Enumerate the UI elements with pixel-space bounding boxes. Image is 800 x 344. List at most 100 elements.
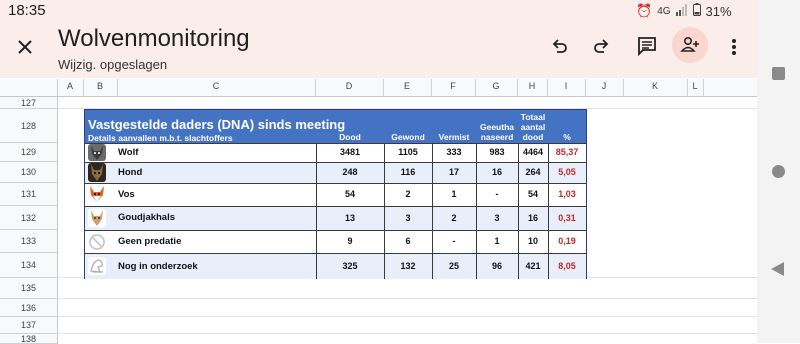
more-options-icon[interactable]: [724, 36, 744, 58]
row-header[interactable]: 128: [0, 109, 58, 143]
column-header[interactable]: C: [117, 81, 315, 91]
table-title: Vastgestelde daders (DNA) sinds meeting: [88, 117, 346, 132]
fox-icon: [88, 185, 106, 203]
cell-geeuthanaseerd: 16: [491, 167, 502, 177]
row-header[interactable]: 133: [0, 230, 58, 253]
comment-icon[interactable]: [636, 35, 658, 57]
cell-totaal: 54: [527, 189, 538, 199]
cell-gewond: 1105: [398, 147, 418, 157]
row-name: Goudjakhals: [118, 212, 176, 223]
column-header[interactable]: L: [687, 81, 703, 91]
cell-geeuthanaseerd: -: [495, 189, 499, 199]
table-row[interactable]: Vos 54 2 1 - 54 1,03: [85, 183, 586, 206]
cell-vermist: 333: [446, 147, 462, 157]
cell-totaal: 4464: [522, 147, 544, 157]
cell-dood: 54: [344, 189, 355, 199]
cell-geeuthanaseerd: 3: [494, 213, 500, 223]
dog-icon: [88, 163, 106, 182]
close-icon[interactable]: [14, 36, 36, 58]
cell-percentage: 85,37: [555, 147, 579, 157]
jackal-icon: [88, 209, 106, 227]
cell-geeuthanaseerd: 96: [491, 261, 502, 271]
cell-dood: 248: [342, 167, 358, 177]
cell-vermist: 1: [451, 189, 457, 199]
table-row[interactable]: Wolf 3481 1105 333 983 4464 85,37: [85, 143, 586, 162]
cell-geeuthanaseerd: 983: [489, 147, 505, 157]
cell-gewond: 132: [400, 261, 416, 271]
under-investigation-icon: [88, 257, 106, 275]
header-gewond: Gewond: [391, 132, 425, 142]
header-geeuthanaseerd: naseerd: [480, 132, 514, 142]
column-header[interactable]: D: [315, 81, 383, 91]
cell-percentage: 0,19: [558, 236, 576, 246]
status-time: 18:35: [8, 2, 46, 19]
header-vermist: Vermist: [438, 132, 470, 142]
recent-apps-button[interactable]: [772, 67, 785, 80]
row-header[interactable]: 131: [0, 183, 58, 206]
cell-gewond: 116: [400, 167, 416, 177]
header-percentage: %: [563, 132, 571, 142]
cell-percentage: 8,05: [558, 261, 576, 271]
column-header[interactable]: B: [83, 81, 117, 91]
row-header[interactable]: 127: [0, 97, 58, 109]
cell-gewond: 3: [405, 213, 411, 223]
cell-dood: 325: [342, 261, 358, 271]
column-header-row: A B C D E F G H I J K L: [0, 79, 757, 97]
row-header[interactable]: 136: [0, 299, 58, 317]
row-header[interactable]: 137: [0, 317, 58, 334]
share-button[interactable]: [672, 27, 708, 63]
row-header[interactable]: 130: [0, 162, 58, 183]
add-person-icon: [680, 35, 700, 55]
cell-vermist: 17: [448, 167, 459, 177]
battery-icon: [692, 3, 701, 19]
predator-table: Vastgestelde daders (DNA) sinds meeting …: [84, 109, 587, 279]
cell-vermist: 2: [451, 213, 457, 223]
no-predation-icon: [88, 233, 106, 251]
undo-icon[interactable]: [548, 36, 570, 58]
cell-dood: 13: [344, 213, 355, 223]
alarm-icon: ⏰: [636, 3, 653, 18]
row-name: Geen predatie: [118, 236, 182, 247]
column-header[interactable]: H: [517, 81, 547, 91]
column-header[interactable]: F: [431, 81, 475, 91]
app-bar: 18:35 ⏰ 4G 31% Wolvenmonitoring Wijzig. …: [0, 0, 757, 78]
row-name: Hond: [118, 167, 143, 178]
cell-geeuthanaseerd: 1: [494, 236, 500, 246]
table-row[interactable]: Geen predatie 9 6 - 1 10 0,19: [85, 230, 586, 253]
cell-totaal: 264: [525, 167, 541, 177]
wolf-icon: [88, 144, 106, 161]
cell-gewond: 2: [405, 189, 411, 199]
row-header[interactable]: 132: [0, 206, 58, 230]
row-header[interactable]: 135: [0, 278, 58, 299]
cell-percentage: 0,31: [558, 213, 576, 223]
cell-dood: 9: [347, 236, 353, 246]
table-subtitle: Details aanvallen m.b.t. slachtoffers: [88, 133, 233, 143]
header-geeuthanaseerd: Geeutha: [479, 122, 514, 132]
table-row[interactable]: Nog in onderzoek 325 132 25 96 421 8,05: [85, 253, 586, 279]
cell-totaal: 421: [525, 261, 541, 271]
network-indicator: 4G: [657, 5, 671, 17]
row-header[interactable]: 134: [0, 253, 58, 278]
page-title: Wolvenmonitoring: [58, 25, 250, 52]
cell-totaal: 10: [527, 236, 538, 246]
home-button[interactable]: [772, 165, 785, 178]
table-row[interactable]: Goudjakhals 13 3 2 3 16 0,31: [85, 206, 586, 230]
table-header: Vastgestelde daders (DNA) sinds meeting …: [85, 110, 586, 143]
battery-level: 31%: [705, 3, 732, 19]
row-name: Nog in onderzoek: [118, 261, 198, 272]
column-header[interactable]: K: [623, 81, 687, 91]
column-header[interactable]: A: [57, 81, 83, 91]
redo-icon[interactable]: [591, 36, 613, 58]
table-row[interactable]: Hond 248 116 17 16 264 5,05: [85, 162, 586, 184]
status-icons: ⏰ 4G 31%: [636, 3, 732, 19]
row-header[interactable]: 129: [0, 143, 58, 162]
row-name: Wolf: [118, 147, 139, 158]
column-header[interactable]: G: [475, 81, 517, 91]
column-header[interactable]: J: [585, 81, 623, 91]
column-header[interactable]: I: [547, 81, 585, 91]
header-totaal: Totaal: [520, 112, 546, 122]
cell-totaal: 16: [527, 213, 538, 223]
header-totaal: aantal: [520, 122, 546, 132]
back-button[interactable]: [771, 262, 784, 276]
column-header[interactable]: E: [383, 81, 431, 91]
